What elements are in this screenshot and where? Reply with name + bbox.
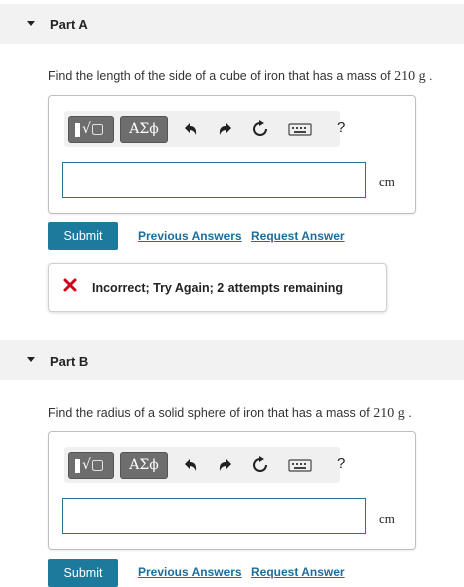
part-a-submit-button[interactable]: Submit	[48, 222, 118, 250]
keyboard-icon[interactable]	[288, 120, 312, 138]
part-b-question: Find the radius of a solid sphere of iro…	[48, 406, 412, 421]
part-b-label: Part B	[50, 354, 89, 369]
redo-icon[interactable]	[215, 456, 235, 474]
templates-button[interactable]: √▢	[68, 116, 114, 143]
part-a-unit: cm	[379, 174, 395, 189]
part-a-header[interactable]: Part A	[0, 4, 464, 44]
part-a-previous-answers-link[interactable]: Previous Answers	[138, 229, 242, 243]
templates-button[interactable]: √▢	[68, 452, 114, 479]
part-a-answer-input[interactable]	[62, 162, 366, 198]
feedback-message: Incorrect; Try Again; 2 attempts remaini…	[92, 281, 343, 295]
part-b-answer-box: √▢ ΑΣϕ ? cm	[48, 431, 416, 550]
part-a-feedback: Incorrect; Try Again; 2 attempts remaini…	[48, 263, 387, 312]
part-b-answer-input[interactable]	[62, 498, 366, 534]
mass-value: 210 g	[373, 406, 405, 421]
keyboard-icon[interactable]	[288, 456, 312, 474]
undo-icon[interactable]	[181, 456, 201, 474]
part-a-request-answer-link[interactable]: Request Answer	[251, 229, 345, 243]
part-b-submit-button[interactable]: Submit	[48, 559, 118, 587]
undo-icon[interactable]	[181, 120, 201, 138]
greek-symbols-button[interactable]: ΑΣϕ	[120, 452, 168, 479]
math-toolbar: √▢ ΑΣϕ ?	[64, 111, 345, 147]
error-x-icon	[63, 278, 77, 292]
part-b-previous-answers-link[interactable]: Previous Answers	[138, 565, 242, 579]
caret-down-icon[interactable]	[27, 21, 35, 26]
part-b-unit: cm	[379, 511, 395, 526]
mass-value: 210 g	[394, 69, 426, 84]
help-icon[interactable]: ?	[337, 455, 345, 472]
part-b-header[interactable]: Part B	[0, 340, 464, 380]
part-a-question: Find the length of the side of a cube of…	[48, 69, 433, 84]
greek-symbols-button[interactable]: ΑΣϕ	[120, 116, 168, 143]
math-toolbar: √▢ ΑΣϕ ?	[64, 447, 345, 483]
part-a-label: Part A	[50, 17, 88, 32]
reset-icon[interactable]	[250, 456, 270, 474]
caret-down-icon[interactable]	[27, 357, 35, 362]
redo-icon[interactable]	[215, 120, 235, 138]
part-a-answer-box: √▢ ΑΣϕ ? cm	[48, 95, 416, 214]
reset-icon[interactable]	[250, 120, 270, 138]
part-b-request-answer-link[interactable]: Request Answer	[251, 565, 345, 579]
help-icon[interactable]: ?	[337, 119, 345, 136]
